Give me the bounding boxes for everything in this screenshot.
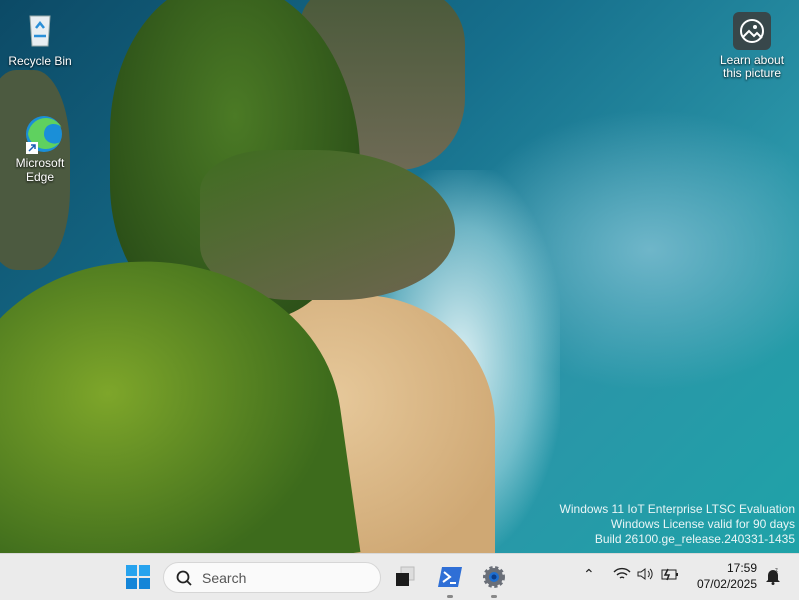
search-input[interactable]: Search (163, 562, 381, 593)
clock-date: 07/02/2025 (696, 577, 757, 591)
recycle-bin-icon (20, 10, 60, 50)
learn-about-picture[interactable]: Learn about this picture (717, 12, 787, 80)
powershell-icon (438, 567, 462, 587)
notifications-button[interactable]: z (765, 567, 781, 588)
task-view-button[interactable] (390, 562, 420, 592)
settings-button[interactable] (479, 562, 509, 598)
start-icon (126, 565, 150, 589)
settings-icon (483, 566, 505, 588)
powershell-button[interactable] (435, 562, 465, 598)
notification-bell-icon: z (766, 568, 780, 585)
edge-icon (20, 112, 62, 154)
watermark-line: Windows License valid for 90 days (610, 517, 795, 531)
battery-button[interactable] (661, 567, 679, 584)
chevron-up-icon: ⌃ (583, 566, 595, 582)
running-indicator (447, 595, 453, 598)
show-hidden-icons-button[interactable]: ⌃ (583, 566, 595, 583)
desktop-icon-microsoft-edge[interactable]: Microsoft Edge (5, 112, 75, 184)
desktop-wallpaper: Recycle Bin Microsoft Edge Learn about t… (0, 0, 799, 553)
clock-button[interactable]: 17:59 07/02/2025 (697, 560, 757, 592)
taskbar: Search ⌃ 17:59 07/02/2025 z (0, 553, 799, 600)
windows-watermark: Windows 11 IoT Enterprise LTSC Evaluatio… (560, 502, 795, 547)
clock-time: 17:59 (726, 561, 757, 575)
start-button[interactable] (122, 562, 154, 592)
search-icon (176, 570, 192, 586)
volume-button[interactable] (637, 567, 655, 584)
volume-icon (637, 568, 653, 580)
desktop-icon-recycle-bin[interactable]: Recycle Bin (5, 10, 75, 68)
watermark-line: Build 26100.ge_release.240331-1435 (594, 532, 795, 546)
network-button[interactable] (613, 567, 631, 584)
task-view-icon (396, 566, 415, 586)
camera-info-icon (733, 12, 771, 50)
battery-icon (661, 568, 678, 581)
search-placeholder: Search (202, 569, 247, 586)
learn-about-label: Learn about this picture (719, 53, 785, 80)
wifi-icon (613, 567, 631, 579)
recycle-bin-label: Recycle Bin (8, 54, 72, 68)
svg-text:z: z (775, 568, 778, 574)
running-indicator (491, 595, 497, 598)
watermark-line: Windows 11 IoT Enterprise LTSC Evaluatio… (559, 502, 795, 516)
edge-label: Microsoft Edge (15, 156, 65, 184)
